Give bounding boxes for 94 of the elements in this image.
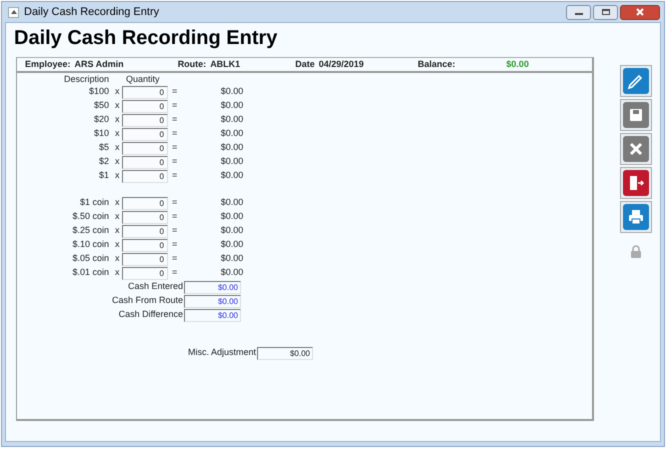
window-title: Daily Cash Recording Entry [24, 4, 160, 20]
total-field: $0.00 [184, 294, 241, 308]
maximize-button[interactable] [593, 4, 618, 20]
balance-value: $0.00 [506, 58, 529, 71]
quantity-field[interactable]: 0 [122, 210, 168, 224]
quantity-field[interactable]: 0 [122, 156, 168, 168]
times-sign: x [115, 127, 120, 140]
amount-value: $0.00 [220, 252, 244, 266]
times-sign: x [115, 238, 120, 252]
equals-sign: = [172, 141, 178, 154]
amount-value: $0.00 [220, 196, 244, 210]
denomination-label: $1 [98, 169, 109, 182]
amount-value: $0.00 [220, 224, 244, 238]
window-menu-icon[interactable] [8, 6, 19, 18]
route-label: Route: [178, 58, 206, 71]
amount-value: $0.00 [220, 266, 244, 280]
equals-sign: = [172, 127, 178, 140]
quantity-field[interactable]: 0 [122, 238, 168, 252]
equals-sign: = [172, 266, 178, 280]
denomination-label: $.01 coin [72, 266, 109, 280]
times-sign: x [115, 196, 120, 210]
equals-sign: = [172, 169, 178, 182]
times-sign: x [115, 155, 120, 168]
adjustment-label: Misc. Adjustment [188, 346, 256, 360]
amount-value: $0.00 [220, 99, 244, 112]
quantity-field[interactable]: 0 [122, 170, 168, 182]
equals-sign: = [172, 85, 178, 98]
amount-value: $0.00 [220, 238, 244, 252]
amount-value: $0.00 [220, 169, 244, 182]
times-sign: x [115, 85, 120, 98]
amount-value: $0.00 [220, 155, 244, 168]
times-sign: x [115, 252, 120, 266]
denomination-label: $.10 coin [72, 238, 109, 252]
quantity-field[interactable]: 0 [122, 114, 168, 126]
amount-value: $0.00 [220, 113, 244, 126]
denomination-label: $20 [94, 113, 109, 126]
quantity-field[interactable]: 0 [122, 266, 168, 280]
route-value: ABLK1 [210, 58, 240, 71]
equals-sign: = [172, 113, 178, 126]
adjustment-field[interactable]: $0.00 [257, 346, 313, 360]
equals-sign: = [172, 99, 178, 112]
total-label: Cash Difference [118, 308, 183, 322]
quantity-field[interactable]: 0 [122, 224, 168, 238]
denomination-label: $.50 coin [72, 210, 109, 224]
total-label: Cash From Route [112, 294, 183, 308]
date-label: Date [295, 58, 315, 71]
denomination-label: $.25 coin [72, 224, 109, 238]
equals-sign: = [172, 210, 178, 224]
times-sign: x [115, 113, 120, 126]
column-header: Description [64, 74, 110, 85]
amount-value: $0.00 [220, 127, 244, 140]
page-heading: Daily Cash Recording Entry [14, 26, 278, 50]
total-label: Cash Entered [128, 280, 183, 294]
equals-sign: = [172, 224, 178, 238]
times-sign: x [115, 99, 120, 112]
denomination-label: $.05 coin [72, 252, 109, 266]
print-button[interactable] [620, 201, 652, 233]
equals-sign: = [172, 238, 178, 252]
equals-sign: = [172, 155, 178, 168]
amount-value: $0.00 [220, 85, 244, 98]
denomination-label: $100 [88, 85, 109, 98]
amount-value: $0.00 [220, 210, 244, 224]
minimize-button[interactable] [566, 4, 591, 20]
quantity-field[interactable]: 0 [122, 196, 168, 210]
equals-sign: = [172, 196, 178, 210]
employee-value: ARS Admin [74, 58, 124, 71]
denomination-label: $50 [94, 99, 109, 112]
quantity-field[interactable]: 0 [122, 142, 168, 154]
denomination-label: $1 coin [80, 196, 109, 210]
denomination-label: $2 [98, 155, 109, 168]
date-value: 04/29/2019 [318, 58, 364, 71]
exit-button[interactable] [620, 167, 652, 199]
edit-button[interactable] [620, 65, 652, 97]
quantity-field[interactable]: 0 [122, 86, 168, 98]
balance-label: Balance: [418, 58, 456, 71]
amount-value: $0.00 [220, 141, 244, 154]
close-icon [636, 8, 644, 16]
times-sign: x [115, 169, 120, 182]
times-sign: x [115, 266, 120, 280]
times-sign: x [115, 210, 120, 224]
times-sign: x [115, 224, 120, 238]
denomination-label: $10 [94, 127, 109, 140]
quantity-field[interactable]: 0 [122, 252, 168, 266]
quantity-field[interactable]: 0 [122, 128, 168, 140]
quantity-field[interactable]: 0 [122, 100, 168, 112]
times-sign: x [115, 141, 120, 154]
close-button[interactable] [620, 4, 660, 20]
column-header: Quantity [126, 74, 160, 85]
total-field: $0.00 [184, 280, 241, 294]
employee-label: Employee: [25, 58, 71, 71]
lock-icon [630, 245, 642, 258]
total-field: $0.00 [184, 308, 241, 322]
equals-sign: = [172, 252, 178, 266]
denomination-label: $5 [98, 141, 109, 154]
